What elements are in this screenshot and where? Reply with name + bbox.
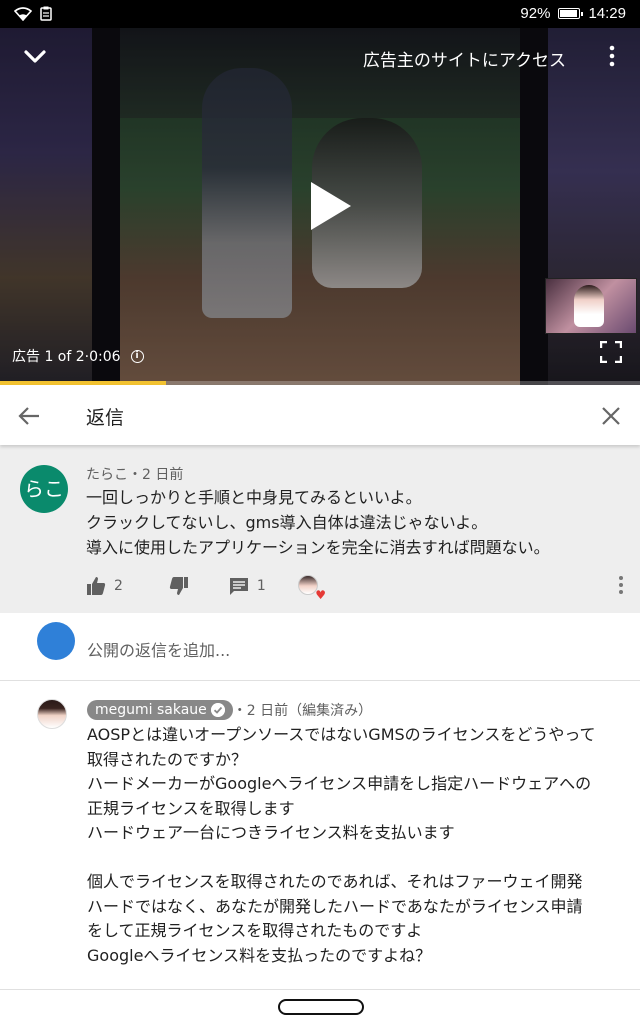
clock: 14:29: [588, 5, 626, 22]
chevron-down-icon[interactable]: [20, 42, 50, 72]
more-vert-icon[interactable]: [604, 44, 620, 68]
reply-line: Googleへライセンス料を支払ったのですよね？: [87, 945, 432, 965]
reply-line: ハードウェア一台につきライセンス料を支払います: [87, 823, 455, 842]
verified-check-icon: [210, 703, 225, 717]
home-gesture-pill[interactable]: [278, 999, 364, 1015]
ad-counter: 広告 1 of 2·0:06: [12, 349, 121, 365]
battery-fill: [560, 10, 577, 17]
reply-comment: megumi sakaue ・2 日前（編集済み） AOSPとは違いオープンソー…: [0, 682, 640, 990]
comment-body: 一回しっかりと手順と中身見てみるといいよ。 クラックしてないし、gms導入自体は…: [86, 485, 616, 560]
reply-line: 取得されたのですか？: [87, 749, 248, 769]
comment-line: 導入に使用したアプリケーションを完全に消去すれば問題ない。: [86, 538, 550, 557]
reply-line: ハードメーカーがGoogleへライセンス申請をし指定ハードウェアへの: [87, 774, 592, 793]
play-icon[interactable]: [307, 180, 353, 232]
video-player[interactable]: 広告主のサイトにアクセス 広告 1 of 2·0:06 i: [0, 28, 640, 385]
clipboard-icon: [40, 6, 52, 21]
reply-line: ハードではなく、あなたが開発したハードであなたがライセンス申請: [87, 896, 583, 916]
thumbs-up-icon: [87, 577, 106, 595]
reply-input[interactable]: 公開の返信を追加...: [87, 637, 230, 661]
comment-icon: [229, 578, 248, 595]
status-left: [14, 6, 52, 21]
channel-owner-badge[interactable]: megumi sakaue: [87, 700, 233, 720]
thumbs-down-icon: [169, 577, 188, 595]
like-button[interactable]: 2: [86, 576, 123, 596]
replies-title: 返信: [86, 407, 125, 429]
my-avatar: [37, 622, 75, 660]
close-icon[interactable]: [600, 405, 622, 427]
heart-icon: ♥: [315, 588, 326, 602]
pip-person: [574, 285, 604, 327]
reply-meta: ・2 日前（編集済み）: [232, 703, 373, 719]
reply-header-row: megumi sakaue ・2 日前（編集済み）: [87, 700, 372, 720]
back-arrow-icon[interactable]: [16, 403, 42, 429]
status-right: 92% 14:29: [520, 5, 626, 22]
reply-count: 1: [256, 578, 266, 594]
creator-heart-badge: ♥: [298, 575, 326, 601]
fullscreen-icon[interactable]: [600, 341, 622, 363]
add-reply-row[interactable]: 公開の返信を追加...: [0, 613, 640, 681]
picture-in-picture-thumbnail[interactable]: [545, 278, 637, 334]
info-icon[interactable]: i: [130, 349, 144, 363]
advertiser-site-link[interactable]: 広告主のサイトにアクセス: [363, 46, 566, 71]
avatar[interactable]: [37, 699, 67, 729]
reply-line: AOSPとは違いオープンソースではないGMSのライセンスをどうやって: [87, 725, 596, 744]
comment-line: クラックしてないし、gms導入自体は違法じゃないよ。: [86, 513, 488, 532]
parent-comment: らこ たらこ・2 日前 一回しっかりと手順と中身見てみるといいよ。 クラックして…: [0, 445, 640, 613]
more-vert-icon[interactable]: [618, 575, 624, 595]
battery-icon: [558, 8, 584, 19]
dislike-button[interactable]: [169, 576, 189, 596]
battery-percent: 92%: [520, 5, 551, 22]
reply-body: AOSPとは違いオープンソースではないGMSのライセンスをどうやって 取得された…: [87, 723, 622, 968]
reply-line: をして正規ライセンスを取得されたものですよ: [87, 921, 423, 940]
replies-header: 返信: [0, 385, 640, 445]
reply-blank-line: [87, 846, 622, 871]
reply-author: megumi sakaue: [95, 702, 207, 718]
ad-info: 広告 1 of 2·0:06 i: [12, 346, 144, 366]
comment-actions: 2 1: [86, 574, 266, 598]
wifi-icon: [14, 6, 32, 21]
reply-line: 正規ライセンスを取得します: [87, 798, 295, 818]
comment-author-meta: たらこ・2 日前: [86, 467, 184, 483]
like-count: 2: [114, 578, 123, 594]
reply-button[interactable]: 1: [229, 576, 266, 596]
comment-line: 一回しっかりと手順と中身見てみるといいよ。: [86, 488, 422, 507]
status-bar: 92% 14:29: [0, 0, 640, 28]
avatar[interactable]: らこ: [20, 465, 68, 513]
navigation-bar: [0, 990, 640, 1024]
reply-line: 個人でライセンスを取得されたのであれば、それはファーウェイ開発: [87, 872, 583, 891]
